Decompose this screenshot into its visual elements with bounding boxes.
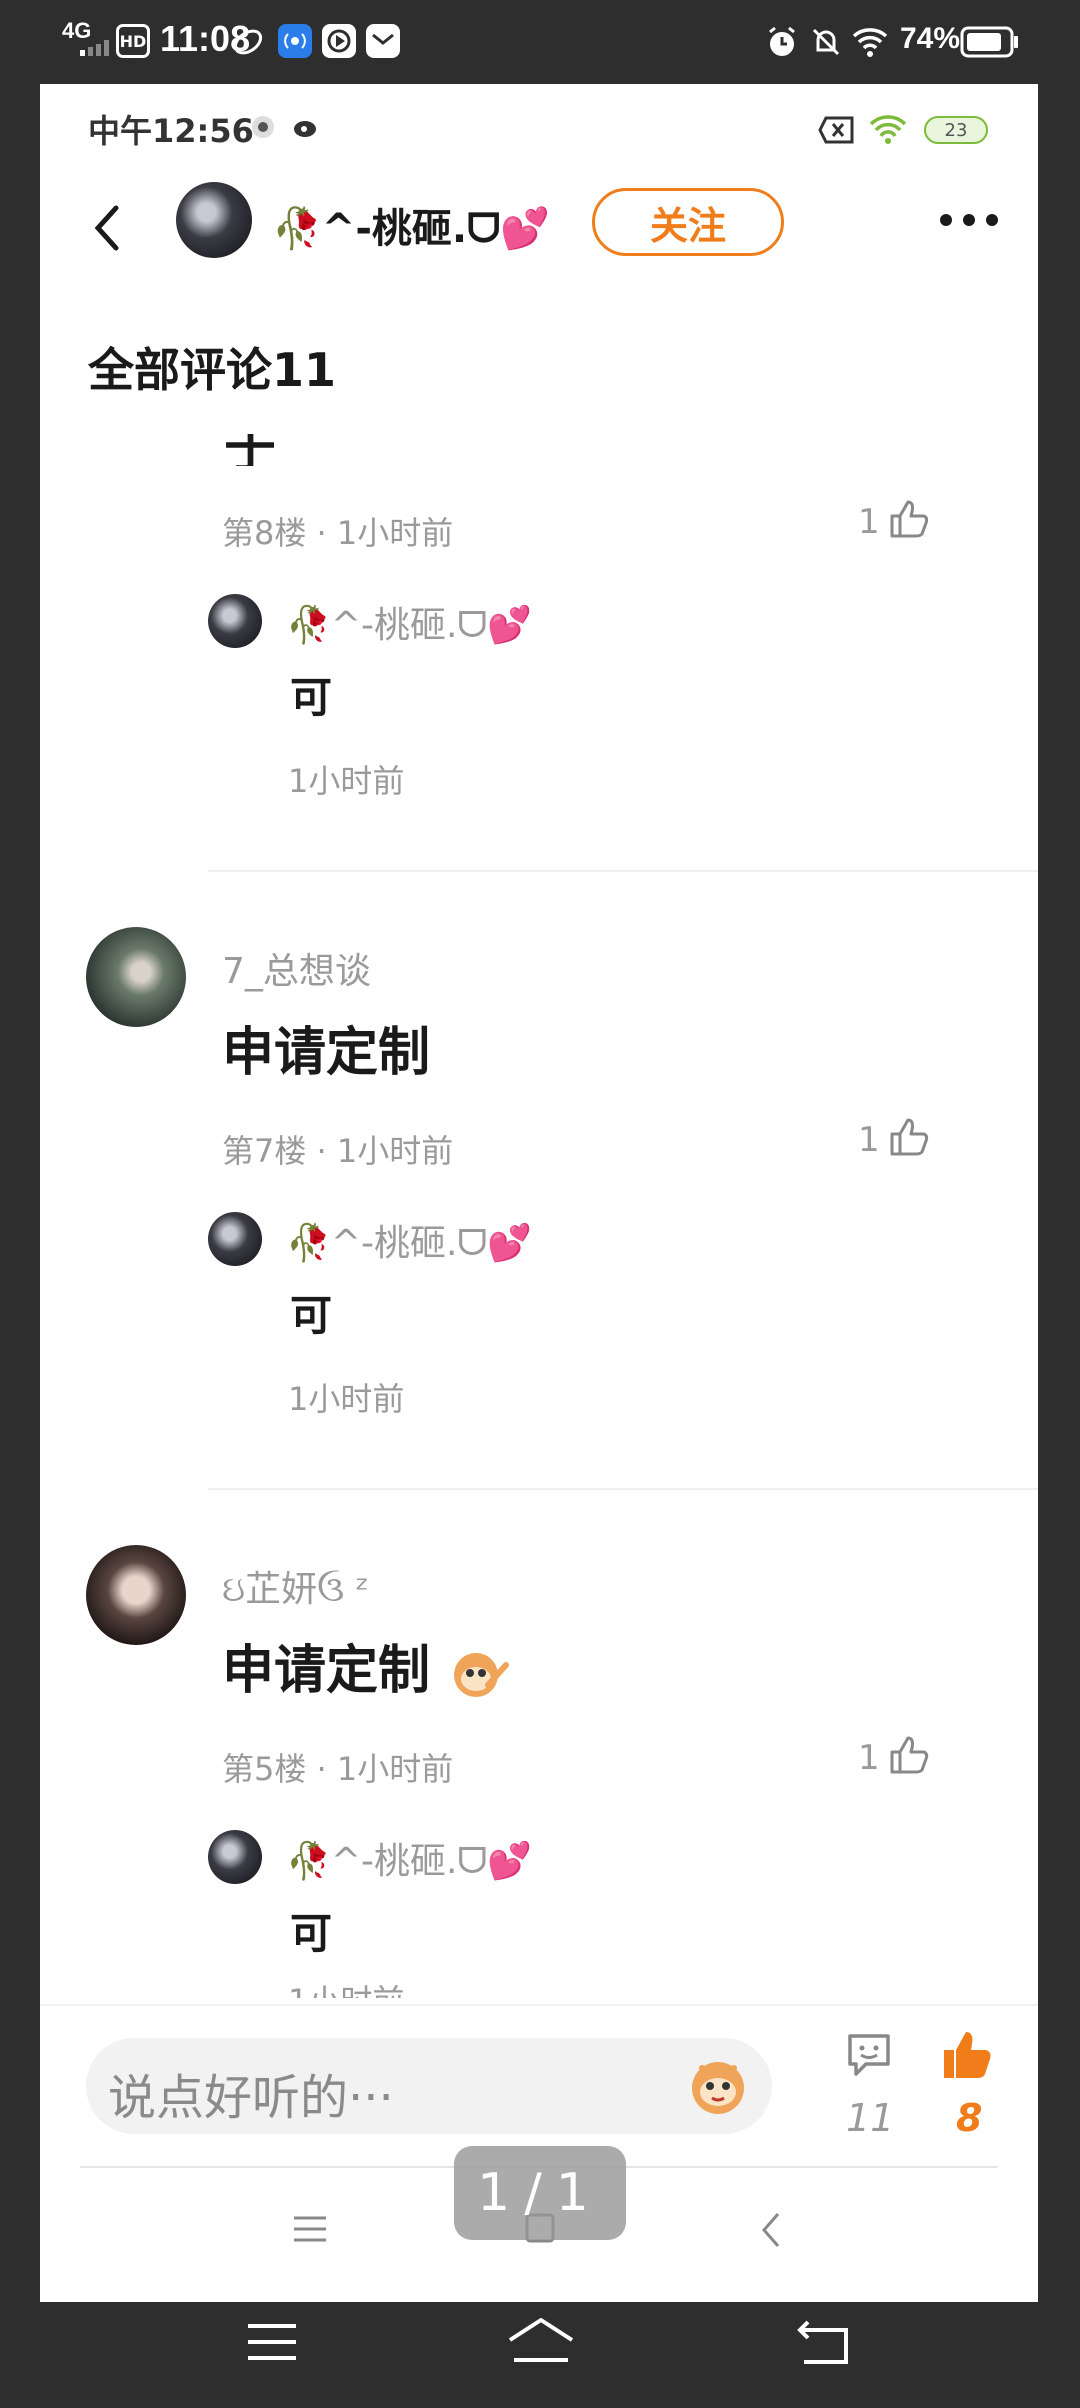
- comments-section-title: 全部评论11: [88, 343, 337, 397]
- comment-input-placeholder: 说点好听的···: [108, 2070, 394, 2126]
- battery-icon: [960, 26, 1020, 58]
- author-avatar[interactable]: [176, 182, 252, 258]
- nav-home-icon[interactable]: [506, 2316, 576, 2368]
- reply-avatar[interactable]: [208, 594, 262, 648]
- comment-floor-meta: 第7楼 · 1小时前: [222, 1132, 454, 1170]
- comment-floor-meta: 第8楼 · 1小时前: [222, 514, 454, 552]
- reply-text: 可: [290, 1909, 333, 1958]
- follow-button[interactable]: 关注: [592, 188, 784, 256]
- hd-badge: HD: [116, 24, 150, 58]
- thumbs-up-icon[interactable]: [886, 1732, 930, 1776]
- comment-input[interactable]: 说点好听的···: [86, 2038, 772, 2134]
- message-app-icon: [366, 24, 400, 58]
- comment-like-count: 1: [858, 502, 880, 542]
- commenter-avatar[interactable]: [86, 927, 186, 1027]
- comment-count: 11: [846, 2096, 895, 2140]
- nav-menu-icon[interactable]: [246, 2322, 298, 2362]
- play-app-icon: [322, 24, 356, 58]
- reply-text: 可: [290, 673, 333, 722]
- thumbs-up-icon[interactable]: [886, 1114, 930, 1158]
- divider: [208, 1488, 1038, 1490]
- inner-back-icon[interactable]: [758, 2210, 784, 2250]
- comment-like-count: 1: [858, 1120, 880, 1160]
- inner-clock: 中午12:56: [88, 112, 254, 150]
- inner-wifi-icon: [868, 114, 908, 146]
- alarm-icon: [764, 24, 800, 60]
- battery-percent: 74%: [900, 22, 961, 55]
- bottom-bar-top-border: [40, 2004, 1038, 2006]
- inner-notif-icon-1: [250, 114, 276, 140]
- inner-menu-icon[interactable]: [292, 2214, 328, 2244]
- like-count: 8: [956, 2096, 983, 2140]
- embedded-screenshot: 中午12:56 23 🥀^-桃砸.ᗜ💕 关注 全部评论11 于 第8楼 · 1小…: [40, 84, 1038, 2302]
- wifi-icon: [850, 24, 890, 60]
- commenter-username[interactable]: 7_总想谈: [222, 942, 371, 994]
- comment-text: 申请定制: [222, 1023, 431, 1083]
- signal-icon: [80, 40, 110, 56]
- os-status-bar: 4G HD 11:08 74%: [0, 0, 1080, 84]
- reply-avatar[interactable]: [208, 1212, 262, 1266]
- commenter-username[interactable]: ઇ芷妍ઉ ᶻ: [222, 1560, 369, 1612]
- divider: [208, 870, 1038, 872]
- author-name[interactable]: 🥀^-桃砸.ᗜ💕: [272, 196, 550, 254]
- like-filled-icon[interactable]: [940, 2028, 994, 2082]
- reply-time-clipped: 1小时前: [288, 1984, 488, 1998]
- reply-username[interactable]: 🥀^-桃砸.ᗜ💕: [286, 1832, 532, 1884]
- comment-floor-meta: 第5楼 · 1小时前: [222, 1750, 454, 1788]
- mute-icon: [808, 24, 844, 60]
- commenter-avatar[interactable]: [86, 1545, 186, 1645]
- more-options-icon[interactable]: [938, 208, 1000, 232]
- inner-battery-icon: 23: [924, 116, 988, 144]
- page-indicator: 1/1: [454, 2146, 626, 2240]
- emoji-sticker-icon[interactable]: [686, 2054, 750, 2118]
- comment-like-count: 1: [858, 1738, 880, 1778]
- reply-username[interactable]: 🥀^-桃砸.ᗜ💕: [286, 1214, 532, 1266]
- thumbs-up-icon[interactable]: [886, 496, 930, 540]
- inner-sim-off-icon: [818, 116, 856, 144]
- back-arrow-icon[interactable]: [86, 198, 126, 258]
- comment-icon[interactable]: [844, 2030, 894, 2080]
- reply-time: 1小时前: [288, 762, 405, 800]
- reply-username[interactable]: 🥀^-桃砸.ᗜ💕: [286, 596, 532, 648]
- reply-avatar[interactable]: [208, 1830, 262, 1884]
- leaf-app-icon: [232, 26, 264, 58]
- nav-back-icon[interactable]: [796, 2318, 852, 2366]
- reply-time: 1小时前: [288, 1380, 405, 1418]
- inner-weibo-icon: [292, 114, 320, 140]
- clipped-comment-text: 于: [224, 434, 277, 466]
- hotspot-app-icon: [278, 24, 312, 58]
- comment-text: 申请定制: [222, 1628, 510, 1703]
- monkey-sticker-icon: [448, 1645, 510, 1703]
- reply-text: 可: [290, 1291, 333, 1340]
